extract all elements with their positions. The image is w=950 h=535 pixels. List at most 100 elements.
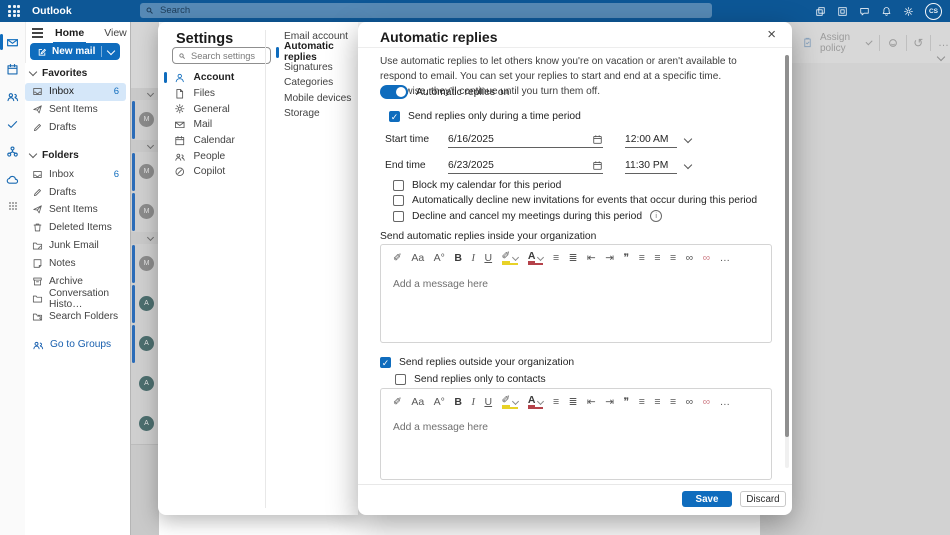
option-checkbox[interactable]: [393, 211, 404, 222]
more-options-icon[interactable]: …: [720, 397, 731, 408]
align-left-icon[interactable]: ≡: [639, 253, 645, 264]
quote-icon[interactable]: ❞: [624, 397, 630, 408]
user-avatar[interactable]: CS: [925, 3, 942, 20]
ribbon-tab-home[interactable]: Home: [53, 24, 86, 44]
more-options-icon[interactable]: …: [720, 253, 731, 264]
people-icon[interactable]: [0, 85, 25, 109]
calendar-icon[interactable]: [0, 57, 25, 81]
gear-icon[interactable]: [903, 6, 914, 17]
settings-subnav-automatic-replies[interactable]: Automatic replies: [276, 44, 356, 59]
folder-section-folders[interactable]: Folders: [25, 145, 130, 165]
info-icon[interactable]: i: [650, 210, 662, 222]
new-mail-dropdown[interactable]: [101, 46, 120, 57]
save-button[interactable]: Save: [682, 491, 732, 507]
settings-subnav-mobile-devices[interactable]: Mobile devices: [276, 91, 356, 106]
bold-icon[interactable]: B: [454, 253, 462, 264]
time-period-checkbox[interactable]: ✓: [389, 111, 400, 122]
settings-subnav-signatures[interactable]: Signatures: [276, 60, 356, 75]
unlink-icon[interactable]: ∞: [703, 397, 711, 408]
settings-nav-copilot[interactable]: Copilot: [164, 164, 270, 180]
meet-icon[interactable]: [815, 6, 826, 17]
message-list-item[interactable]: M: [131, 244, 159, 285]
calendar-icon[interactable]: [592, 160, 603, 171]
app-launcher-icon[interactable]: [8, 5, 20, 17]
highlight-icon[interactable]: ✐: [502, 251, 519, 265]
folder-item-inbox[interactable]: Inbox6: [25, 165, 126, 183]
assign-policy-button[interactable]: Assign policy: [820, 32, 860, 54]
settings-subnav-categories[interactable]: Categories: [276, 75, 356, 90]
underline-icon[interactable]: U: [484, 253, 492, 264]
bold-icon[interactable]: B: [454, 397, 462, 408]
align-center-icon[interactable]: ≡: [654, 253, 660, 264]
bell-icon[interactable]: [881, 6, 892, 17]
link-icon[interactable]: ∞: [686, 397, 694, 408]
contacts-only-checkbox[interactable]: [395, 374, 406, 385]
chat-icon[interactable]: [859, 6, 870, 17]
format-painter-icon[interactable]: ✐: [393, 253, 402, 264]
indent-icon[interactable]: ⇥: [605, 253, 614, 264]
message-list-item[interactable]: M: [131, 100, 159, 141]
settings-search-box[interactable]: [172, 47, 271, 64]
folder-item-sent-items[interactable]: Sent Items: [25, 201, 126, 219]
mail-icon[interactable]: [0, 30, 25, 54]
settings-nav-files[interactable]: Files: [164, 86, 270, 102]
folder-item-deleted-items[interactable]: Deleted Items: [25, 219, 126, 237]
onedrive-cloud-icon[interactable]: [0, 167, 25, 191]
font-size-increase-icon[interactable]: A°: [434, 253, 445, 264]
end-time-field[interactable]: 11:30 PM: [625, 157, 677, 174]
close-icon[interactable]: ×: [767, 27, 776, 43]
outdent-icon[interactable]: ⇤: [587, 397, 596, 408]
settings-search-input[interactable]: [189, 50, 267, 62]
global-search-box[interactable]: [140, 3, 712, 18]
undo-icon[interactable]: ↺: [913, 36, 923, 50]
message-list-item[interactable]: A: [131, 284, 159, 325]
folder-item-drafts[interactable]: Drafts: [25, 119, 126, 137]
sticker-icon[interactable]: [887, 37, 899, 49]
option-checkbox[interactable]: [393, 195, 404, 206]
bullet-list-icon[interactable]: ≡: [553, 253, 559, 264]
underline-icon[interactable]: U: [484, 397, 492, 408]
message-group-header[interactable]: [131, 88, 159, 100]
end-date-field[interactable]: 6/23/2025: [448, 157, 603, 174]
italic-icon[interactable]: I: [471, 397, 475, 408]
message-group-header[interactable]: [131, 140, 159, 152]
indent-icon[interactable]: ⇥: [605, 397, 614, 408]
align-center-icon[interactable]: ≡: [654, 397, 660, 408]
unlink-icon[interactable]: ∞: [703, 253, 711, 264]
folder-item-drafts[interactable]: Drafts: [25, 183, 126, 201]
folder-item-notes[interactable]: Notes: [25, 254, 126, 272]
todo-check-icon[interactable]: [0, 112, 25, 136]
settings-nav-people[interactable]: People: [164, 148, 270, 164]
font-color-icon[interactable]: A: [528, 251, 544, 265]
numbered-list-icon[interactable]: ≣: [569, 397, 578, 408]
go-to-groups-link[interactable]: Go to Groups: [25, 336, 130, 354]
italic-icon[interactable]: I: [471, 253, 475, 264]
quote-icon[interactable]: ❞: [624, 253, 630, 264]
new-mail-button[interactable]: New mail: [30, 43, 120, 60]
link-icon[interactable]: ∞: [686, 253, 694, 264]
outdent-icon[interactable]: ⇤: [587, 253, 596, 264]
global-search-input[interactable]: [158, 4, 712, 17]
folder-section-favorites[interactable]: Favorites: [25, 63, 130, 83]
align-left-icon[interactable]: ≡: [639, 397, 645, 408]
settings-nav-calendar[interactable]: Calendar: [164, 133, 270, 149]
hamburger-menu-icon[interactable]: [32, 28, 43, 38]
message-list-item[interactable]: M: [131, 192, 159, 233]
start-date-field[interactable]: 6/16/2025: [448, 131, 603, 148]
font-size-increase-icon[interactable]: A°: [434, 397, 445, 408]
settings-nav-account[interactable]: Account: [164, 70, 270, 86]
highlight-icon[interactable]: ✐: [502, 395, 519, 409]
settings-subnav-storage[interactable]: Storage: [276, 106, 356, 121]
folder-item-junk-email[interactable]: Junk Email: [25, 237, 126, 255]
automatic-replies-toggle[interactable]: [380, 85, 408, 99]
option-checkbox[interactable]: [393, 180, 404, 191]
message-list-item[interactable]: M: [131, 152, 159, 193]
settings-nav-general[interactable]: General: [164, 101, 270, 117]
start-time-field[interactable]: 12:00 AM: [625, 131, 677, 148]
more-actions-icon[interactable]: …: [938, 37, 950, 49]
settings-nav-mail[interactable]: Mail: [164, 117, 270, 133]
folder-item-inbox[interactable]: Inbox6: [25, 83, 126, 101]
folder-item-conversation-histo-[interactable]: Conversation Histo…: [25, 290, 126, 308]
message-list-item[interactable]: A: [131, 324, 159, 365]
message-group-header[interactable]: [131, 232, 159, 244]
